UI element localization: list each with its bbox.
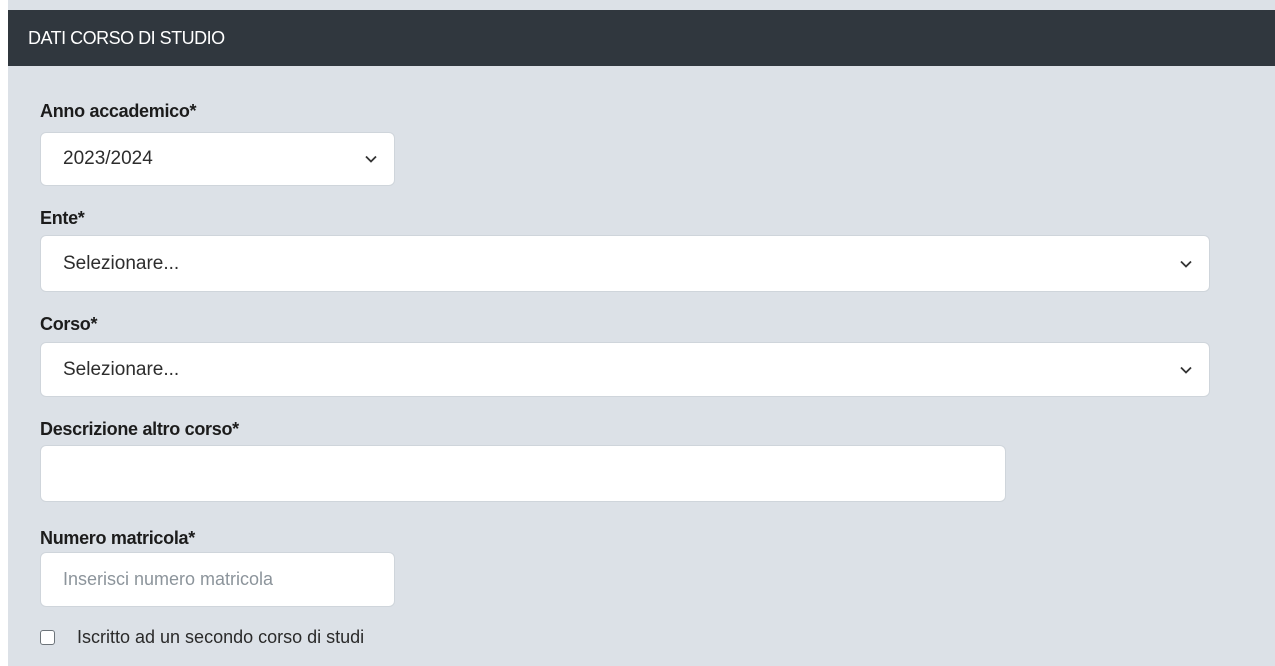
panel-header-title: DATI CORSO DI STUDIO: [8, 10, 1275, 66]
secondo-corso-checkbox-label[interactable]: Iscritto ad un secondo corso di studi: [77, 627, 364, 648]
ente-label: Ente*: [40, 208, 85, 228]
corso-label: Corso*: [40, 314, 98, 334]
numero-matricola-input[interactable]: Inserisci numero matricola: [40, 552, 395, 607]
numero-matricola-label: Numero matricola*: [40, 528, 195, 548]
form-panel: DATI CORSO DI STUDIO Anno accademico* 20…: [8, 0, 1275, 666]
secondo-corso-checkbox[interactable]: [40, 629, 55, 645]
numero-matricola-placeholder: Inserisci numero matricola: [63, 569, 274, 589]
chevron-down-icon: [1177, 255, 1195, 273]
anno-accademico-label: Anno accademico*: [40, 101, 197, 121]
descrizione-altro-corso-input[interactable]: [40, 445, 1006, 502]
chevron-down-icon: [1177, 361, 1195, 379]
anno-accademico-value: 2023/2024: [63, 148, 153, 169]
ente-select[interactable]: Selezionare...: [40, 235, 1210, 292]
secondo-corso-checkbox-row[interactable]: Iscritto ad un secondo corso di studi: [40, 624, 364, 650]
descrizione-altro-corso-label: Descrizione altro corso*: [40, 419, 239, 439]
chevron-down-icon: [362, 150, 380, 168]
corso-select[interactable]: Selezionare...: [40, 342, 1210, 397]
corso-value: Selezionare...: [63, 358, 180, 380]
anno-accademico-select[interactable]: 2023/2024: [40, 132, 395, 186]
ente-value: Selezionare...: [63, 252, 180, 274]
